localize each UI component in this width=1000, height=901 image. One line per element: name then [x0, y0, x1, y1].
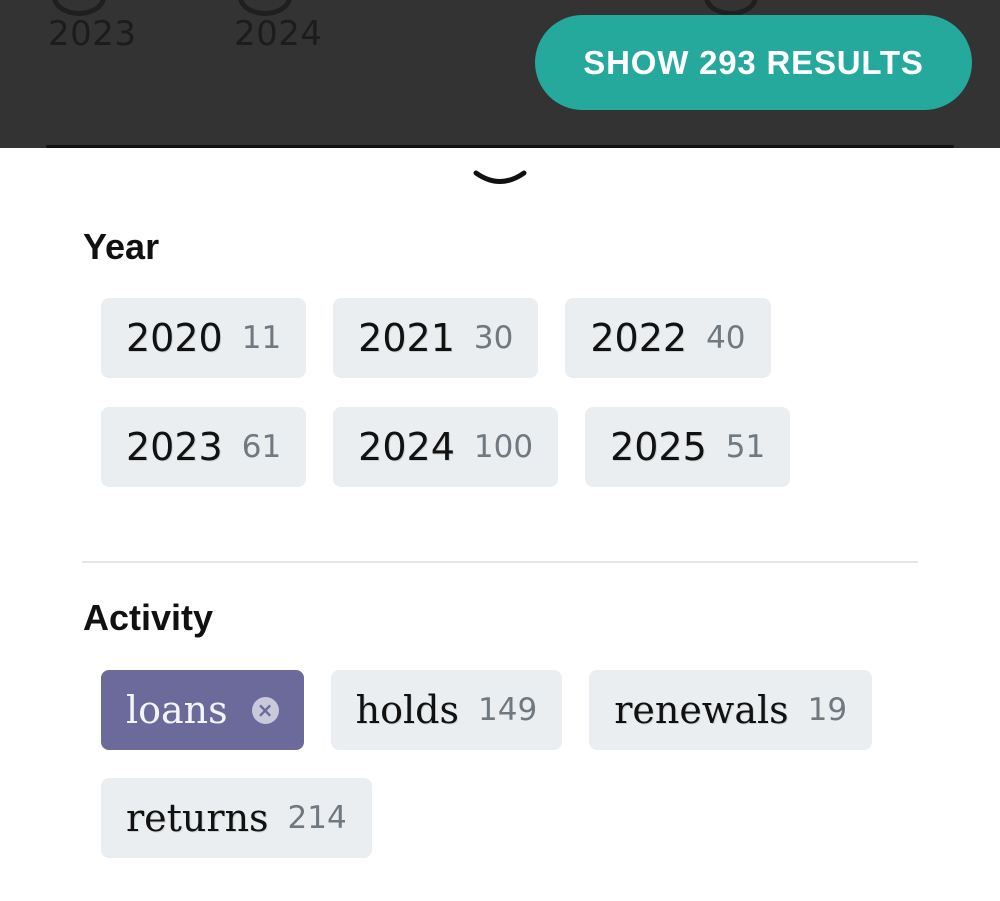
- chip-label: holds: [355, 688, 460, 732]
- chip-count: 61: [241, 429, 282, 465]
- activity-chip-holds[interactable]: holds 149: [330, 670, 563, 750]
- year-chip-row: 2020 11 2021 30 2022 40: [101, 298, 771, 378]
- activity-chip-returns[interactable]: returns 214: [101, 778, 372, 858]
- year-chip-2022[interactable]: 2022 40: [565, 298, 771, 378]
- chip-label: renewals: [614, 688, 789, 732]
- year-chip-2020[interactable]: 2020 11: [101, 298, 307, 378]
- sheet-edge: [46, 145, 954, 148]
- chip-label: 2022: [590, 316, 688, 360]
- chip-label: 2020: [126, 316, 223, 360]
- timeline-label-2024: 2024: [234, 14, 323, 54]
- close-icon[interactable]: ×: [251, 696, 279, 724]
- chip-label: 2024: [358, 425, 455, 469]
- chip-count: 214: [287, 800, 347, 836]
- timeline-dot-icon: [704, 0, 758, 16]
- activity-section-title: Activity: [83, 597, 214, 638]
- timeline-label-2023: 2023: [48, 14, 137, 54]
- chip-label: 2023: [126, 425, 223, 469]
- chip-label: returns: [126, 796, 269, 840]
- section-divider: [82, 561, 918, 563]
- activity-chip-renewals[interactable]: renewals 19: [589, 670, 873, 750]
- chip-label: 2025: [610, 425, 707, 469]
- chip-count: 19: [807, 692, 848, 728]
- chip-count: 51: [725, 429, 766, 465]
- chip-count: 149: [478, 692, 538, 728]
- activity-chip-loans[interactable]: loans ×: [101, 670, 304, 750]
- year-chip-row: 2023 61 2024 100 2025 51: [101, 407, 791, 487]
- filter-sheet: Year 2020 11 2021 30 2022 40 2023 61 202…: [0, 145, 1000, 901]
- chip-label: 2021: [358, 316, 455, 360]
- year-section-title: Year: [83, 226, 160, 267]
- year-chip-2023[interactable]: 2023 61: [101, 407, 307, 487]
- results-header: 2023 2024 SHOW 293 RESULTS: [0, 0, 1000, 148]
- year-chip-2025[interactable]: 2025 51: [585, 407, 791, 487]
- activity-chip-row: loans × holds 149 renewals 19: [101, 670, 873, 750]
- activity-chip-row: returns 214: [101, 778, 372, 858]
- show-results-button[interactable]: SHOW 293 RESULTS: [535, 15, 972, 110]
- year-chip-2024[interactable]: 2024 100: [333, 407, 559, 487]
- chip-count: 40: [706, 320, 746, 356]
- year-chip-2021[interactable]: 2021 30: [333, 298, 539, 378]
- chip-count: 11: [241, 320, 282, 356]
- chip-label: loans: [126, 688, 228, 732]
- chevron-down-icon[interactable]: [470, 164, 530, 194]
- chip-count: 30: [473, 320, 514, 356]
- chip-count: 100: [473, 429, 534, 465]
